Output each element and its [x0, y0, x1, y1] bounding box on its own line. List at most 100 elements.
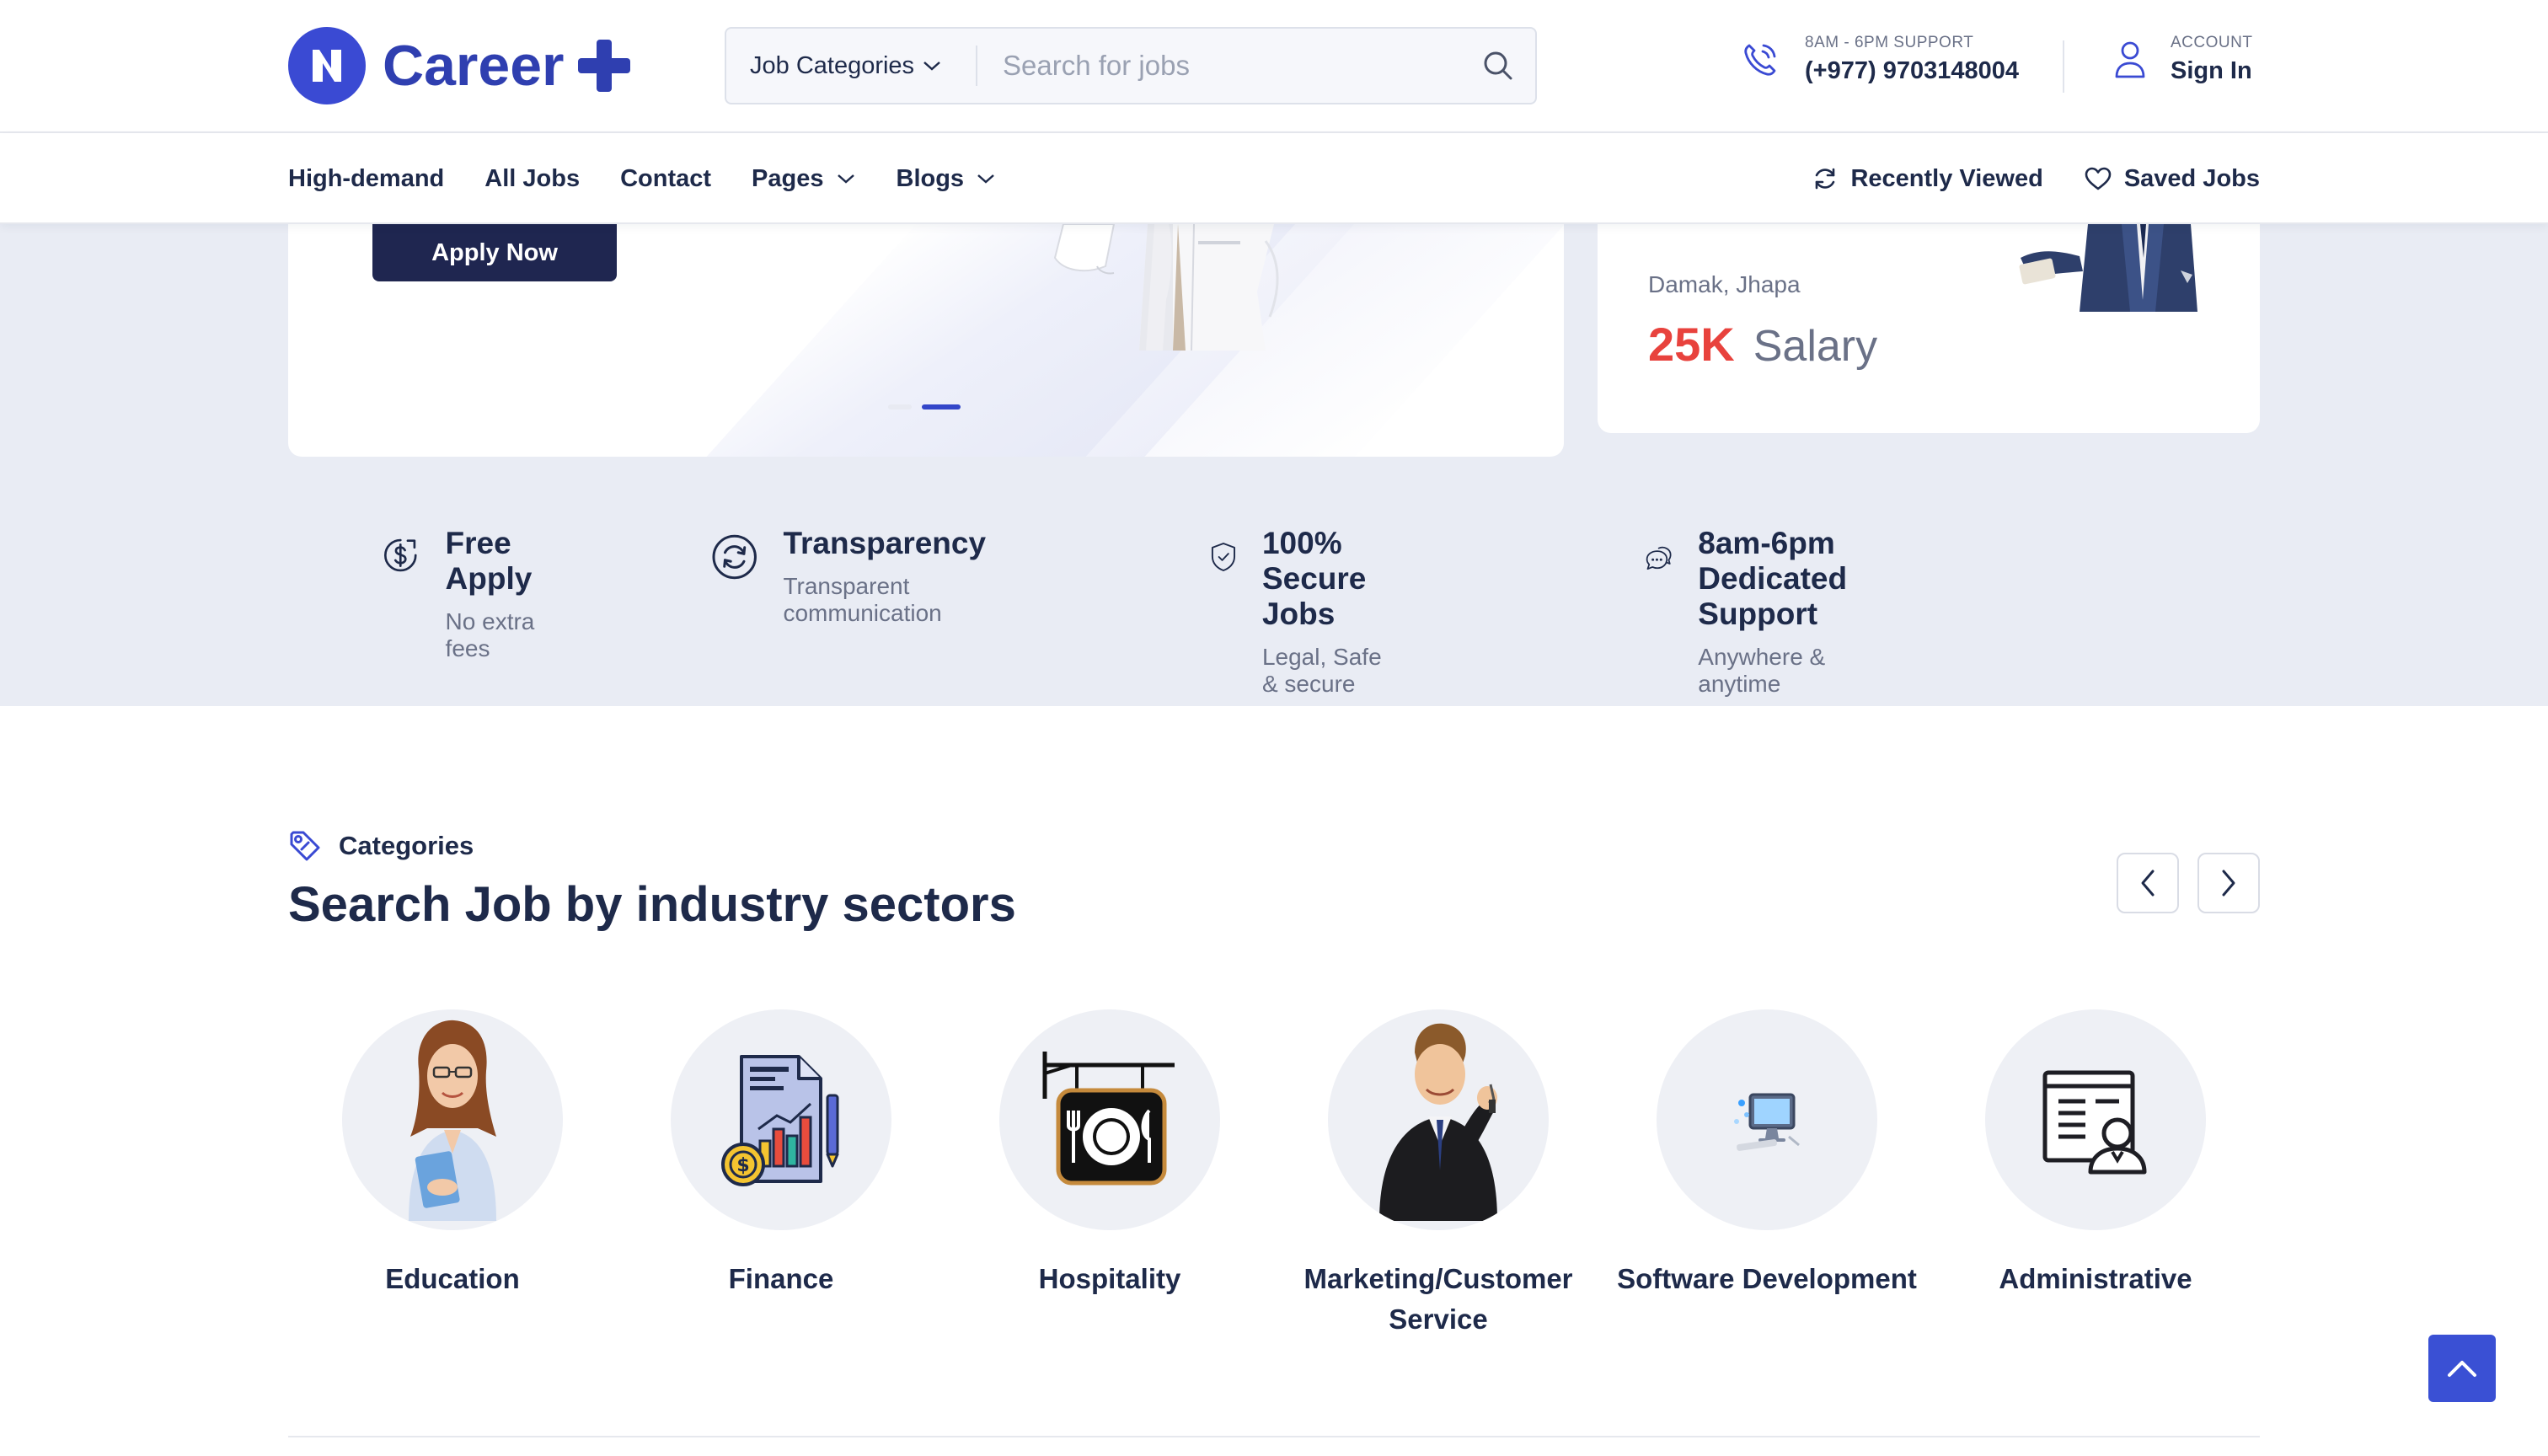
chevron-down-icon	[977, 174, 994, 184]
search-button[interactable]	[1461, 29, 1535, 103]
businessman-illustration	[2019, 224, 2197, 312]
job-categories-label: Job Categories	[750, 51, 915, 79]
feature-title: Free Apply	[445, 526, 533, 596]
search-input[interactable]	[977, 29, 1461, 103]
chevron-up-icon	[2448, 1361, 2476, 1377]
search-bar: Job Categories	[725, 27, 1537, 104]
phone-icon	[1744, 44, 1776, 76]
category-marketing[interactable]: Marketing/Customer Service	[1274, 1009, 1603, 1340]
category-image	[1328, 1009, 1549, 1230]
feature-title: Transparency	[783, 526, 987, 560]
saved-jobs-label: Saved Jobs	[2123, 164, 2260, 192]
salary-amount: 25K	[1648, 318, 1735, 371]
support-phone: (+977) 9703148004	[1805, 57, 2019, 84]
header-divider	[2063, 40, 2064, 93]
support-contact[interactable]: 8AM - 6PM SUPPORT (+977) 9703148004	[1741, 34, 2019, 85]
recently-viewed-link[interactable]: Recently Viewed	[1812, 164, 2043, 193]
saved-jobs-link[interactable]: Saved Jobs	[2084, 165, 2260, 193]
job-salary: 25K Salary	[1648, 317, 1877, 372]
shield-check-icon	[1211, 543, 1236, 571]
chat-bubbles-icon	[1646, 546, 1672, 570]
feature-subtitle: Transparent communication	[783, 573, 942, 626]
restaurant-sign-icon	[1042, 1052, 1175, 1186]
svg-text:$: $	[736, 1155, 749, 1176]
feature-free-apply: Free Apply No extra fees	[381, 526, 552, 662]
section-divider	[288, 1436, 2260, 1437]
account-sign-in[interactable]: ACCOUNT Sign In	[2113, 34, 2252, 85]
search-icon	[1484, 51, 1512, 80]
refresh-circle-icon	[712, 534, 757, 580]
back-to-top-button[interactable]	[2428, 1335, 2496, 1402]
nav-item-high-demand[interactable]: High-demand	[288, 165, 444, 193]
user-icon	[2115, 41, 2145, 78]
chevron-down-icon	[837, 174, 854, 184]
nav-item-blogs[interactable]: Blogs	[897, 165, 997, 193]
nav-label: All Jobs	[484, 164, 581, 192]
logo-mark-icon	[288, 27, 366, 104]
category-label: Software Development	[1617, 1263, 1917, 1294]
category-image: $	[671, 1009, 891, 1230]
category-image	[999, 1009, 1220, 1230]
slider-dot-active[interactable]	[922, 404, 961, 410]
feature-title: 100% Secure Jobs	[1261, 526, 1367, 631]
tag-icon	[290, 831, 320, 861]
dollar-circle-icon	[383, 538, 417, 572]
main-nav: High-demand All Jobs Contact Pages Blogs…	[0, 133, 2548, 224]
category-image	[342, 1009, 563, 1230]
feature-transparency: Transparency Transparent communication	[711, 526, 1002, 627]
carousel-next-button[interactable]	[2197, 853, 2260, 913]
category-software[interactable]: Software Development	[1603, 1009, 1931, 1299]
featured-job-card[interactable]: Damak, Jhapa 25K Salary	[1598, 224, 2260, 433]
category-image	[1985, 1009, 2206, 1230]
feature-support: 8am-6pm Dedicated Support Anywhere & any…	[1645, 526, 1883, 698]
hero-slider-card: Apply Now	[288, 224, 1564, 457]
category-label: Marketing/Customer Service	[1303, 1263, 1573, 1335]
feature-subtitle: No extra fees	[445, 608, 535, 661]
job-location: Damak, Jhapa	[1648, 271, 1801, 297]
chevron-left-icon	[2141, 870, 2155, 897]
category-finance[interactable]: $ Finance	[617, 1009, 945, 1299]
chevron-right-icon	[2222, 870, 2235, 897]
finance-report-icon: $	[721, 1055, 839, 1186]
admin-document-icon	[2042, 1070, 2147, 1175]
feature-subtitle: Legal, Safe & secure	[1261, 644, 1382, 697]
category-label: Education	[385, 1263, 520, 1294]
nav-label: Blogs	[896, 164, 965, 192]
heart-icon	[2085, 167, 2112, 190]
computer-icon	[1734, 1093, 1800, 1151]
account-label: ACCOUNT	[2171, 34, 2253, 51]
category-label: Administrative	[1999, 1263, 2192, 1294]
top-header: Career Job Categories 8AM - 6PM SUPPORT …	[0, 0, 2548, 133]
job-categories-select[interactable]: Job Categories	[726, 46, 977, 86]
categories-tag-label: Categories	[339, 831, 474, 860]
feature-secure-jobs: 100% Secure Jobs Legal, Safe & secure	[1210, 526, 1394, 698]
feature-title: 8am-6pm Dedicated Support	[1698, 526, 1848, 631]
carousel-prev-button[interactable]	[2117, 853, 2179, 913]
plus-icon	[577, 40, 630, 92]
slider-dot[interactable]	[888, 404, 912, 410]
apply-now-button[interactable]: Apply Now	[372, 224, 617, 281]
recently-viewed-label: Recently Viewed	[1850, 164, 2043, 192]
category-hospitality[interactable]: Hospitality	[945, 1009, 1274, 1299]
nav-label: Contact	[620, 164, 712, 192]
feature-subtitle: Anywhere & anytime	[1698, 644, 1826, 697]
brand-name: Career	[383, 34, 565, 98]
categories-tag: Categories	[288, 829, 474, 863]
category-label: Finance	[728, 1263, 834, 1294]
support-hours: 8AM - 6PM SUPPORT	[1805, 34, 1974, 51]
salary-label: Salary	[1753, 322, 1878, 371]
categories-title: Search Job by industry sectors	[288, 877, 1016, 932]
brand-logo[interactable]: Career	[288, 27, 630, 104]
category-education[interactable]: Education	[288, 1009, 617, 1299]
nav-links: High-demand All Jobs Contact Pages Blogs	[288, 133, 996, 224]
nav-item-pages[interactable]: Pages	[752, 165, 855, 193]
salesman-icon	[1379, 1023, 1497, 1221]
nav-item-all-jobs[interactable]: All Jobs	[484, 165, 580, 193]
teacher-icon	[409, 1020, 496, 1221]
sign-in-link[interactable]: Sign In	[2171, 57, 2252, 85]
refresh-icon	[1816, 168, 1835, 190]
category-administrative[interactable]: Administrative	[1931, 1009, 2260, 1299]
nav-label: Pages	[752, 164, 824, 192]
nav-item-contact[interactable]: Contact	[620, 165, 711, 193]
nav-utilities: Recently Viewed Saved Jobs	[1812, 133, 2260, 224]
